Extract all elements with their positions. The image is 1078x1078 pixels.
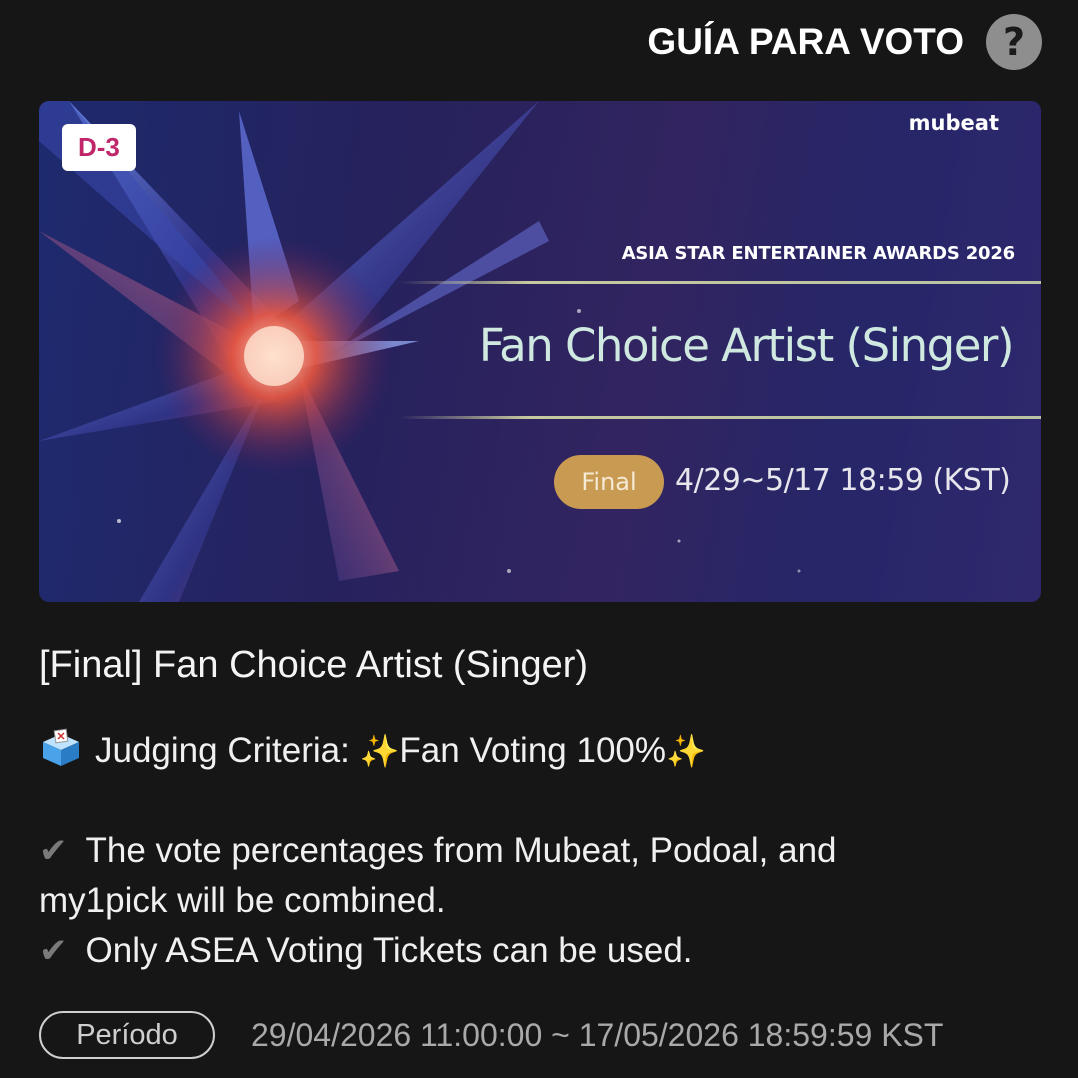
divider-top	[399, 281, 1041, 284]
note-row: ✔ The vote percentages from Mubeat, Podoa…	[39, 826, 1039, 876]
criteria-value: Fan Voting 100%	[399, 731, 667, 770]
banner-title: Fan Choice Artist (Singer)	[478, 319, 1015, 372]
sparkles-icon: ✨	[359, 732, 400, 770]
vote-detail-page: GUÍA PARA VOTO ? D-3 mubeat ASIA STAR EN…	[0, 0, 1078, 1078]
ballot-box-icon	[43, 728, 79, 766]
voting-guide-button[interactable]: GUÍA PARA VOTO ?	[647, 14, 1042, 70]
vote-description: Judging Criteria: ✨Fan Voting 100%✨ ✔ The…	[39, 726, 1039, 976]
question-circle-icon[interactable]: ?	[986, 14, 1042, 70]
note-text-3: Only ASEA Voting Tickets can be used.	[85, 931, 693, 970]
note-text-1: The vote percentages from Mubeat, Podoal…	[85, 831, 837, 870]
award-name: ASIA STAR ENTERTAINER AWARDS 2026	[621, 243, 1016, 264]
note-row-continued: my1pick will be combined.	[39, 876, 1039, 926]
sparkles-icon: ✨	[666, 732, 706, 770]
brand-logo: mubeat	[908, 111, 999, 135]
criteria-row: Judging Criteria: ✨Fan Voting 100%✨	[39, 726, 1039, 776]
check-mark-icon: ✔	[39, 831, 68, 871]
round-pill: Final	[554, 455, 664, 509]
period-row: Período 29/04/2026 11:00:00 ~ 17/05/2026…	[39, 1011, 943, 1059]
vote-title: [Final] Fan Choice Artist (Singer)	[39, 644, 589, 686]
banner-dates: 4/29~5/17 18:59 (KST)	[675, 463, 1011, 498]
divider-bottom	[399, 416, 1041, 419]
criteria-label: Judging Criteria:	[95, 731, 360, 770]
note-row: ✔ Only ASEA Voting Tickets can be used.	[39, 926, 1039, 976]
award-banner[interactable]: D-3 mubeat ASIA STAR ENTERTAINER AWARDS …	[39, 101, 1041, 602]
voting-guide-label: GUÍA PARA VOTO	[647, 21, 964, 62]
d-day-badge: D-3	[62, 124, 136, 171]
check-mark-icon: ✔	[39, 931, 68, 971]
note-text-2: my1pick will be combined.	[39, 881, 446, 920]
period-label: Período	[39, 1011, 215, 1059]
period-value: 29/04/2026 11:00:00 ~ 17/05/2026 18:59:5…	[251, 1016, 944, 1053]
